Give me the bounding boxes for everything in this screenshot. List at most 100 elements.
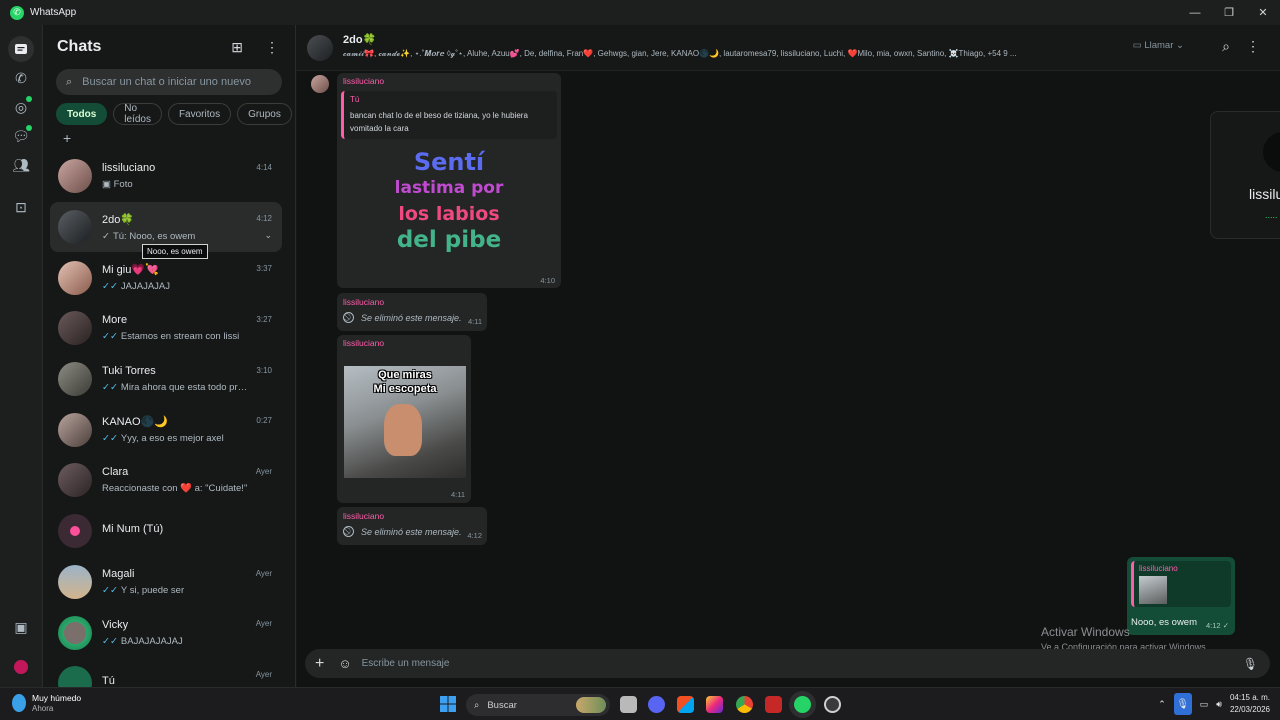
sticker-line: del pibe	[396, 227, 502, 253]
taskbar-search[interactable]: ⌕ Buscar	[466, 694, 610, 716]
search-input[interactable]: ⌕ Buscar un chat o iniciar uno nuevo	[56, 69, 282, 95]
quote-author: lissiluciano	[1139, 564, 1178, 573]
search-icon: ⌕	[66, 75, 73, 88]
sticker-line: Mi escopeta	[373, 383, 437, 395]
quoted-message[interactable]: Tú bancan chat lo de el beso de tiziana,…	[341, 91, 557, 139]
conversation-header[interactable]: 2do🍀 𝓬𝓪𝓶𝓲𝓲🎀, 𝓬𝓪𝓷𝓭𝓮✨, ⋆.˚𝑴𝒐𝒓𝒆 ◊𝓰˚⋆, Aluhe…	[297, 25, 1280, 71]
tooltip: Nooo, es owem	[142, 244, 208, 259]
chat-time: 4:12	[256, 213, 272, 223]
chat-item[interactable]: lissiluciano ▣ Foto 4:14	[50, 151, 282, 202]
window-title: WhatsApp	[30, 7, 77, 18]
media-icon[interactable]: ▣	[8, 614, 34, 640]
new-chat-icon[interactable]: ⊞	[231, 39, 243, 56]
message-time: 4:12	[467, 531, 482, 540]
microphone-icon[interactable]: 🎙︎	[1173, 693, 1192, 715]
chat-item[interactable]: Clara Reaccionaste con ❤️ a: "Cuidate!" …	[50, 455, 282, 506]
deleted-text: Se eliminó este mensaje.	[361, 526, 462, 537]
message-bubble[interactable]: lissiluciano ⃠ Se eliminó este mensaje. …	[337, 507, 487, 545]
group-name: 2do🍀	[343, 34, 377, 46]
communities-icon[interactable]: 👥︎	[8, 152, 34, 178]
filter-grupos[interactable]: Grupos	[237, 103, 292, 125]
volume-icon[interactable]: 🔊︎	[1216, 699, 1222, 710]
attach-icon[interactable]: +	[315, 655, 324, 673]
chat-item[interactable]: More ✓✓ Estamos en stream con lissi 3:27	[50, 303, 282, 354]
store-icon[interactable]	[677, 696, 694, 713]
minimize-button[interactable]: —	[1178, 0, 1212, 25]
chat-item[interactable]: Vicky ✓✓ BAJAJAJAJAJ Ayer	[50, 607, 282, 658]
chat-item[interactable]: Magali ✓✓ Y si, puede ser Ayer	[50, 557, 282, 608]
weather-widget[interactable]: Muy húmedo Ahora	[12, 693, 81, 713]
chat-time: 3:27	[256, 315, 272, 325]
title-bar: ✆ WhatsApp — ❐ ✕	[0, 0, 1280, 25]
chat-item[interactable]: Tuki Torres ✓✓ Mira ahora que esta todo p…	[50, 354, 282, 405]
chat-item[interactable]: Tú Ayer	[50, 658, 282, 687]
chat-item[interactable]: Mi Num (Tú)	[50, 506, 282, 557]
chevron-down-icon[interactable]: ⌄	[264, 230, 272, 241]
clock[interactable]: 04:15 a. m. 22/03/2026	[1230, 692, 1270, 716]
group-avatar[interactable]	[307, 34, 333, 61]
photo-icon: ▣	[102, 179, 114, 191]
emoji-icon[interactable]: ☺	[338, 656, 351, 671]
double-check-icon: ✓✓	[102, 433, 118, 445]
chevron-up-icon[interactable]: ⌃	[1158, 699, 1166, 710]
sticker[interactable]: Sentí lastima por los labios del pibe	[357, 149, 541, 253]
loading-indicator: .....	[1265, 210, 1278, 220]
filter-no-leidos[interactable]: No leídos	[113, 103, 162, 125]
avatar	[58, 311, 92, 346]
chat-preview: Yyy, a eso es mejor axel	[120, 433, 224, 445]
sticker-image[interactable]: Que miras Mi escopeta	[344, 366, 466, 478]
chat-name: Tuki Torres	[102, 365, 156, 378]
chat-name: Mi giu💗💘	[102, 264, 159, 277]
archived-icon[interactable]: ⊡	[8, 194, 34, 220]
microphone-icon[interactable]: 🎙︎	[1243, 657, 1258, 671]
outgoing-message[interactable]: lissiluciano Nooo, es owem 4:12 ✓	[1127, 557, 1235, 635]
filter-todos[interactable]: Todos	[56, 103, 108, 125]
app-icon[interactable]	[824, 696, 841, 713]
chat-time: 0:27	[256, 416, 272, 426]
message-time: 4:11	[467, 317, 482, 326]
add-filter-button[interactable]: +	[43, 125, 295, 151]
double-check-icon: ✓✓	[102, 635, 118, 647]
message-input[interactable]: Escribe un mensaje	[362, 658, 450, 669]
call-button[interactable]: ▭ Llamar ⌄	[1133, 40, 1184, 51]
chrome-icon[interactable]	[736, 696, 753, 713]
chat-item[interactable]: Mi giu💗💘 ✓✓ JAJAJAJAJ 3:37	[50, 252, 282, 303]
chat-name: lissiluciano	[102, 162, 156, 175]
profile-avatar[interactable]	[8, 654, 34, 680]
calls-icon[interactable]: ✆	[8, 65, 34, 91]
channels-icon[interactable]: 💬︎	[8, 123, 34, 149]
default-avatar-icon	[58, 514, 92, 549]
search-icon[interactable]: ⌕	[1222, 38, 1230, 55]
double-check-icon: ✓✓	[102, 281, 118, 293]
file-explorer-icon[interactable]	[620, 696, 637, 713]
status-icon[interactable]: ◎	[8, 94, 34, 120]
filter-favoritos[interactable]: Favoritos	[167, 103, 232, 125]
message-composer: + ☺ Escribe un mensaje 🎙︎	[305, 649, 1270, 678]
message-bubble[interactable]: lissiluciano ⃠ Se eliminó este mensaje. …	[337, 293, 487, 331]
chats-icon[interactable]	[8, 36, 34, 62]
weather-line1: Muy húmedo	[32, 693, 82, 703]
side-card[interactable]: lissilu .....	[1210, 111, 1280, 239]
menu-icon[interactable]: ⋮	[1246, 38, 1260, 55]
windows-start-icon[interactable]	[440, 696, 456, 712]
whatsapp-taskbar-icon[interactable]	[794, 696, 811, 713]
chat-item[interactable]: KANAO🌑🌙 ✓✓ Yyy, a eso es mejor axel 0:27	[50, 404, 282, 455]
clock-time: 04:15 a. m.	[1229, 693, 1270, 702]
restore-button[interactable]: ❐	[1212, 0, 1246, 25]
message-bubble[interactable]: lissiluciano Tú bancan chat lo de el bes…	[337, 73, 561, 288]
sticker-line: Que miras	[378, 369, 432, 381]
chat-list: lissiluciano ▣ Foto 4:14 2do🍀 ✓ Tú: Nooo,…	[43, 151, 295, 687]
avatar	[58, 463, 92, 498]
message-bubble[interactable]: lissiluciano Que miras Mi escopeta 4:11	[337, 335, 471, 503]
avatar	[58, 412, 92, 447]
app-icon[interactable]	[765, 696, 782, 713]
network-icon[interactable]: ▭	[1200, 699, 1209, 710]
activation-watermark: Activar Windows Ve a Configuración para …	[1041, 625, 1208, 652]
sticker-line: lastima por	[394, 178, 504, 198]
close-window-button[interactable]: ✕	[1246, 0, 1280, 25]
discord-icon[interactable]	[648, 696, 665, 713]
child-figure	[384, 404, 422, 456]
quoted-message[interactable]: lissiluciano	[1131, 561, 1231, 607]
menu-icon[interactable]: ⋮	[265, 39, 279, 56]
instagram-icon[interactable]	[706, 696, 723, 713]
